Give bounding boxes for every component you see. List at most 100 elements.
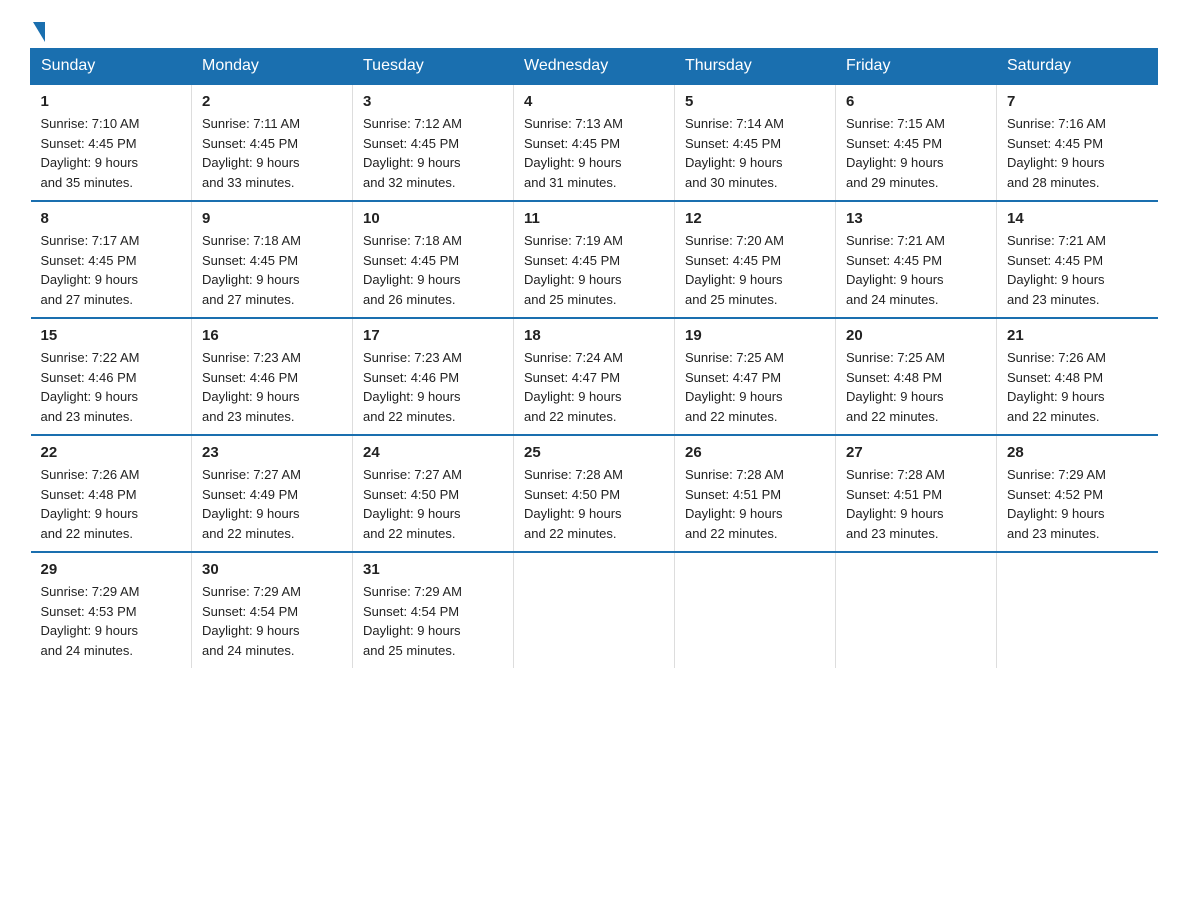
calendar-day-cell: 13 Sunrise: 7:21 AM Sunset: 4:45 PM Dayl… [836, 201, 997, 318]
day-number: 5 [685, 93, 825, 110]
calendar-day-cell: 8 Sunrise: 7:17 AM Sunset: 4:45 PM Dayli… [31, 201, 192, 318]
day-number: 29 [41, 561, 182, 578]
day-number: 30 [202, 561, 342, 578]
day-number: 25 [524, 444, 664, 461]
weekday-header-wednesday: Wednesday [514, 49, 675, 85]
day-info: Sunrise: 7:20 AM Sunset: 4:45 PM Dayligh… [685, 231, 825, 309]
day-number: 31 [363, 561, 503, 578]
calendar-day-cell: 4 Sunrise: 7:13 AM Sunset: 4:45 PM Dayli… [514, 84, 675, 201]
calendar-day-cell [514, 552, 675, 668]
calendar-day-cell: 18 Sunrise: 7:24 AM Sunset: 4:47 PM Dayl… [514, 318, 675, 435]
calendar-day-cell: 12 Sunrise: 7:20 AM Sunset: 4:45 PM Dayl… [675, 201, 836, 318]
weekday-header-row: SundayMondayTuesdayWednesdayThursdayFrid… [31, 49, 1158, 85]
day-info: Sunrise: 7:17 AM Sunset: 4:45 PM Dayligh… [41, 231, 182, 309]
day-info: Sunrise: 7:13 AM Sunset: 4:45 PM Dayligh… [524, 114, 664, 192]
day-number: 22 [41, 444, 182, 461]
day-number: 24 [363, 444, 503, 461]
day-info: Sunrise: 7:28 AM Sunset: 4:50 PM Dayligh… [524, 465, 664, 543]
day-info: Sunrise: 7:25 AM Sunset: 4:48 PM Dayligh… [846, 348, 986, 426]
calendar-day-cell [675, 552, 836, 668]
logo [30, 20, 45, 38]
calendar-day-cell: 31 Sunrise: 7:29 AM Sunset: 4:54 PM Dayl… [353, 552, 514, 668]
day-number: 14 [1007, 210, 1148, 227]
day-number: 19 [685, 327, 825, 344]
calendar-week-row: 22 Sunrise: 7:26 AM Sunset: 4:48 PM Dayl… [31, 435, 1158, 552]
day-info: Sunrise: 7:27 AM Sunset: 4:49 PM Dayligh… [202, 465, 342, 543]
day-info: Sunrise: 7:21 AM Sunset: 4:45 PM Dayligh… [1007, 231, 1148, 309]
calendar-week-row: 29 Sunrise: 7:29 AM Sunset: 4:53 PM Dayl… [31, 552, 1158, 668]
calendar-week-row: 1 Sunrise: 7:10 AM Sunset: 4:45 PM Dayli… [31, 84, 1158, 201]
day-info: Sunrise: 7:15 AM Sunset: 4:45 PM Dayligh… [846, 114, 986, 192]
day-info: Sunrise: 7:16 AM Sunset: 4:45 PM Dayligh… [1007, 114, 1148, 192]
day-info: Sunrise: 7:25 AM Sunset: 4:47 PM Dayligh… [685, 348, 825, 426]
calendar-day-cell: 3 Sunrise: 7:12 AM Sunset: 4:45 PM Dayli… [353, 84, 514, 201]
calendar-day-cell: 22 Sunrise: 7:26 AM Sunset: 4:48 PM Dayl… [31, 435, 192, 552]
day-info: Sunrise: 7:27 AM Sunset: 4:50 PM Dayligh… [363, 465, 503, 543]
day-number: 16 [202, 327, 342, 344]
calendar-day-cell: 27 Sunrise: 7:28 AM Sunset: 4:51 PM Dayl… [836, 435, 997, 552]
day-number: 20 [846, 327, 986, 344]
calendar-day-cell [836, 552, 997, 668]
day-number: 13 [846, 210, 986, 227]
day-info: Sunrise: 7:22 AM Sunset: 4:46 PM Dayligh… [41, 348, 182, 426]
day-info: Sunrise: 7:14 AM Sunset: 4:45 PM Dayligh… [685, 114, 825, 192]
weekday-header-sunday: Sunday [31, 49, 192, 85]
calendar-table: SundayMondayTuesdayWednesdayThursdayFrid… [30, 48, 1158, 668]
calendar-day-cell: 5 Sunrise: 7:14 AM Sunset: 4:45 PM Dayli… [675, 84, 836, 201]
calendar-day-cell: 28 Sunrise: 7:29 AM Sunset: 4:52 PM Dayl… [997, 435, 1158, 552]
day-number: 23 [202, 444, 342, 461]
day-info: Sunrise: 7:28 AM Sunset: 4:51 PM Dayligh… [846, 465, 986, 543]
day-number: 21 [1007, 327, 1148, 344]
calendar-day-cell: 20 Sunrise: 7:25 AM Sunset: 4:48 PM Dayl… [836, 318, 997, 435]
calendar-day-cell: 15 Sunrise: 7:22 AM Sunset: 4:46 PM Dayl… [31, 318, 192, 435]
day-info: Sunrise: 7:11 AM Sunset: 4:45 PM Dayligh… [202, 114, 342, 192]
calendar-day-cell [997, 552, 1158, 668]
day-info: Sunrise: 7:29 AM Sunset: 4:54 PM Dayligh… [202, 582, 342, 660]
calendar-day-cell: 2 Sunrise: 7:11 AM Sunset: 4:45 PM Dayli… [192, 84, 353, 201]
day-number: 15 [41, 327, 182, 344]
calendar-day-cell: 29 Sunrise: 7:29 AM Sunset: 4:53 PM Dayl… [31, 552, 192, 668]
day-info: Sunrise: 7:26 AM Sunset: 4:48 PM Dayligh… [41, 465, 182, 543]
day-info: Sunrise: 7:29 AM Sunset: 4:53 PM Dayligh… [41, 582, 182, 660]
day-number: 11 [524, 210, 664, 227]
calendar-day-cell: 21 Sunrise: 7:26 AM Sunset: 4:48 PM Dayl… [997, 318, 1158, 435]
calendar-day-cell: 14 Sunrise: 7:21 AM Sunset: 4:45 PM Dayl… [997, 201, 1158, 318]
calendar-week-row: 15 Sunrise: 7:22 AM Sunset: 4:46 PM Dayl… [31, 318, 1158, 435]
day-info: Sunrise: 7:29 AM Sunset: 4:52 PM Dayligh… [1007, 465, 1148, 543]
weekday-header-tuesday: Tuesday [353, 49, 514, 85]
page-header [30, 20, 1158, 38]
calendar-day-cell: 25 Sunrise: 7:28 AM Sunset: 4:50 PM Dayl… [514, 435, 675, 552]
day-number: 28 [1007, 444, 1148, 461]
day-number: 3 [363, 93, 503, 110]
weekday-header-monday: Monday [192, 49, 353, 85]
day-number: 7 [1007, 93, 1148, 110]
calendar-week-row: 8 Sunrise: 7:17 AM Sunset: 4:45 PM Dayli… [31, 201, 1158, 318]
calendar-day-cell: 1 Sunrise: 7:10 AM Sunset: 4:45 PM Dayli… [31, 84, 192, 201]
day-info: Sunrise: 7:26 AM Sunset: 4:48 PM Dayligh… [1007, 348, 1148, 426]
day-number: 4 [524, 93, 664, 110]
day-number: 2 [202, 93, 342, 110]
day-number: 12 [685, 210, 825, 227]
day-info: Sunrise: 7:12 AM Sunset: 4:45 PM Dayligh… [363, 114, 503, 192]
day-number: 10 [363, 210, 503, 227]
day-info: Sunrise: 7:21 AM Sunset: 4:45 PM Dayligh… [846, 231, 986, 309]
day-number: 6 [846, 93, 986, 110]
calendar-day-cell: 17 Sunrise: 7:23 AM Sunset: 4:46 PM Dayl… [353, 318, 514, 435]
calendar-day-cell: 26 Sunrise: 7:28 AM Sunset: 4:51 PM Dayl… [675, 435, 836, 552]
logo-triangle-icon [33, 22, 45, 42]
day-number: 26 [685, 444, 825, 461]
calendar-day-cell: 9 Sunrise: 7:18 AM Sunset: 4:45 PM Dayli… [192, 201, 353, 318]
day-info: Sunrise: 7:23 AM Sunset: 4:46 PM Dayligh… [202, 348, 342, 426]
day-info: Sunrise: 7:28 AM Sunset: 4:51 PM Dayligh… [685, 465, 825, 543]
day-info: Sunrise: 7:24 AM Sunset: 4:47 PM Dayligh… [524, 348, 664, 426]
calendar-day-cell: 16 Sunrise: 7:23 AM Sunset: 4:46 PM Dayl… [192, 318, 353, 435]
day-info: Sunrise: 7:10 AM Sunset: 4:45 PM Dayligh… [41, 114, 182, 192]
calendar-day-cell: 7 Sunrise: 7:16 AM Sunset: 4:45 PM Dayli… [997, 84, 1158, 201]
weekday-header-thursday: Thursday [675, 49, 836, 85]
calendar-day-cell: 23 Sunrise: 7:27 AM Sunset: 4:49 PM Dayl… [192, 435, 353, 552]
day-info: Sunrise: 7:29 AM Sunset: 4:54 PM Dayligh… [363, 582, 503, 660]
calendar-day-cell: 6 Sunrise: 7:15 AM Sunset: 4:45 PM Dayli… [836, 84, 997, 201]
day-number: 1 [41, 93, 182, 110]
calendar-day-cell: 19 Sunrise: 7:25 AM Sunset: 4:47 PM Dayl… [675, 318, 836, 435]
day-number: 18 [524, 327, 664, 344]
